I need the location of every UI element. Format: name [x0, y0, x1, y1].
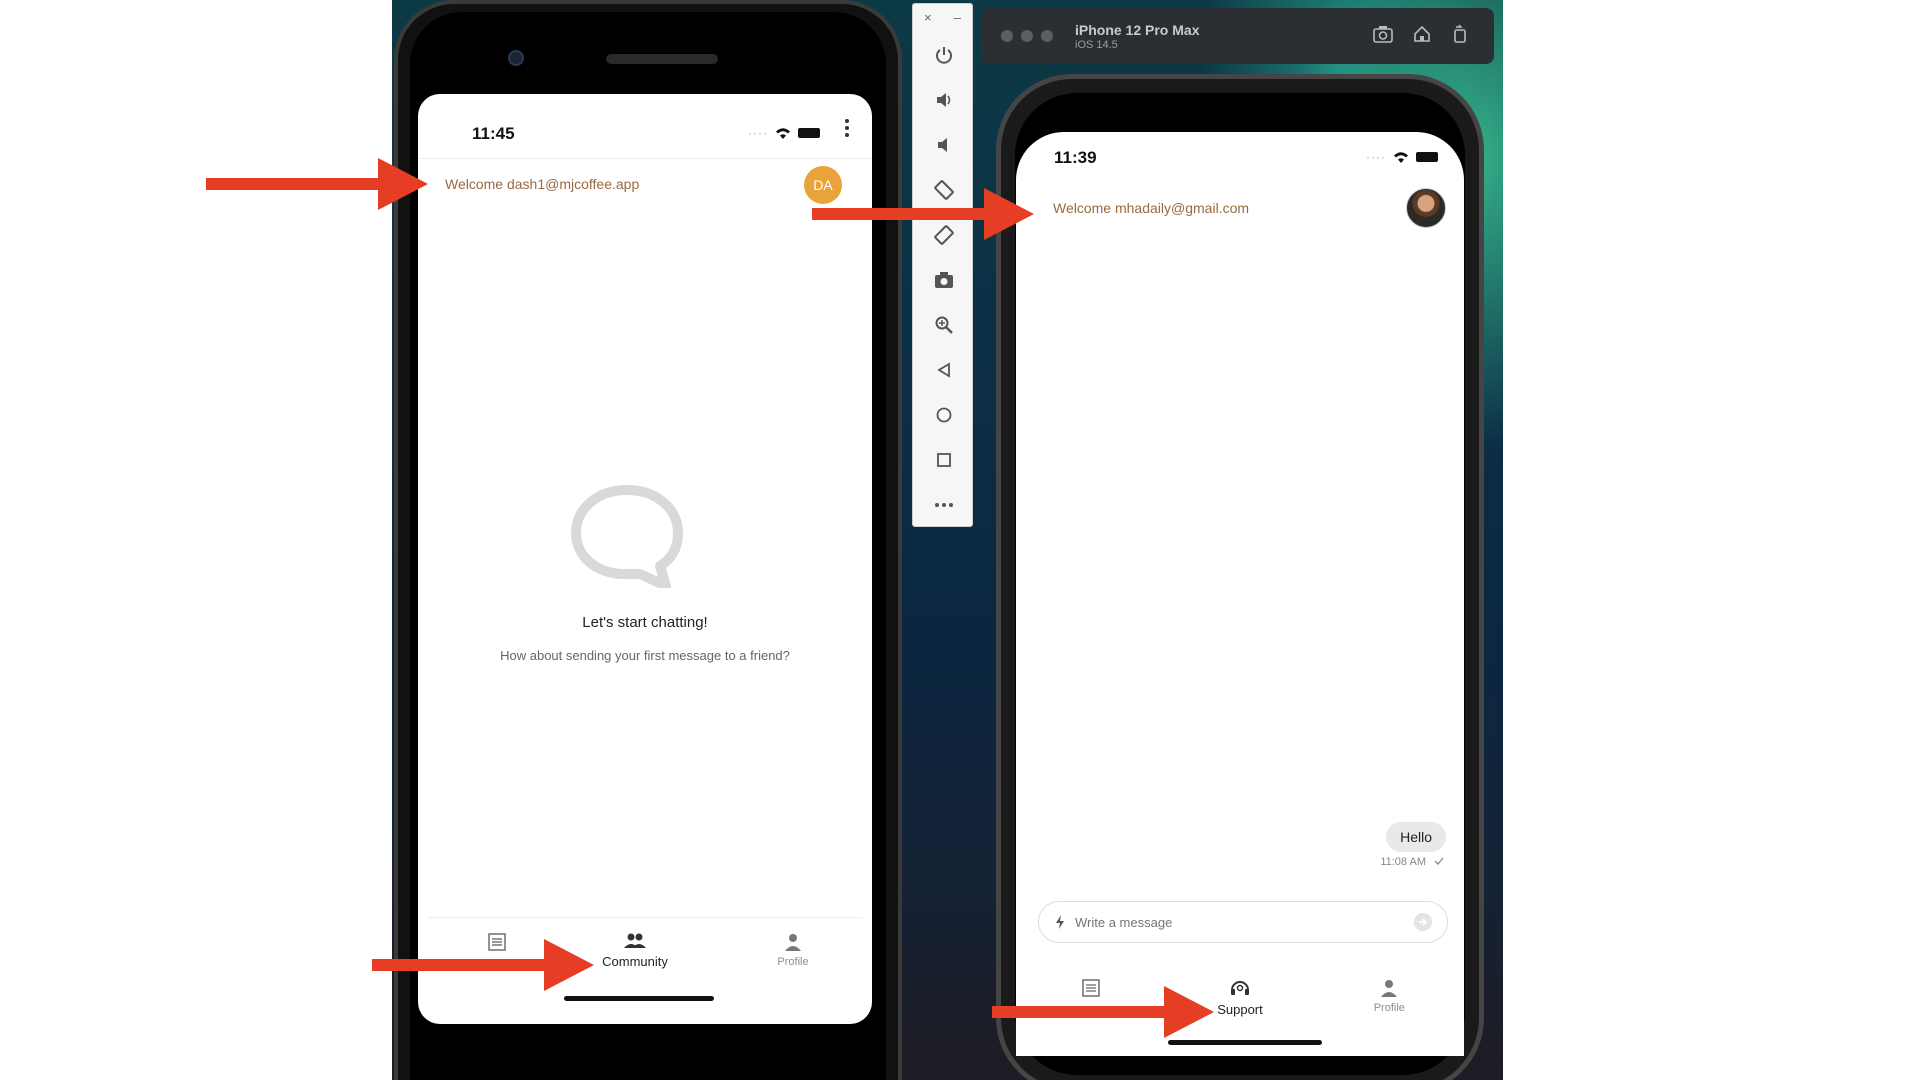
- home-icon[interactable]: [1412, 24, 1432, 44]
- iphone-home-indicator[interactable]: [1168, 1040, 1322, 1045]
- more-button[interactable]: [913, 490, 974, 520]
- rotate-right-icon: [933, 225, 954, 245]
- iphone-status-icons: ····: [1366, 150, 1438, 164]
- empty-state-title: Let's start chatting!: [582, 614, 708, 631]
- android-screen: 11:45 ···· Welcome dash1@mjcoffee.app DA…: [418, 94, 872, 1024]
- welcome-text: Welcome dash1@mjcoffee.app: [445, 176, 640, 192]
- screenshot-button[interactable]: [913, 265, 974, 295]
- iphone-screen: 11:39 ···· Welcome mhadaily@gmail.com He…: [1016, 132, 1464, 1056]
- header-divider: [418, 158, 872, 159]
- zoom-button[interactable]: [913, 310, 974, 340]
- android-status-bar: 11:45 ····: [418, 94, 872, 143]
- home-button[interactable]: [913, 400, 974, 430]
- avatar[interactable]: [1406, 188, 1446, 228]
- emulator-window-controls: × –: [913, 10, 972, 25]
- volume-up-button[interactable]: [913, 85, 974, 115]
- signal-icon: ····: [748, 126, 768, 140]
- back-button[interactable]: [913, 355, 974, 385]
- tab-profile[interactable]: Profile: [714, 932, 872, 969]
- avatar[interactable]: DA: [804, 166, 842, 204]
- screenshot-stage: 11:45 ···· Welcome dash1@mjcoffee.app DA…: [0, 0, 1920, 1080]
- rotate-right-button[interactable]: [913, 220, 974, 250]
- back-icon: [936, 362, 950, 378]
- zoom-window-button[interactable]: [1041, 30, 1053, 42]
- emulator-close-button[interactable]: ×: [924, 10, 932, 25]
- battery-icon: [1416, 152, 1438, 162]
- overview-button[interactable]: [913, 445, 974, 475]
- message-timestamp: 11:08 AM: [1380, 856, 1426, 868]
- battery-icon: [798, 128, 820, 138]
- tab-profile-label: Profile: [1373, 1002, 1405, 1014]
- emulator-toolbar: × –: [912, 3, 973, 527]
- rotate-left-icon: [933, 180, 954, 200]
- delivered-check-icon: [1434, 857, 1444, 865]
- android-status-icons: ····: [748, 126, 820, 140]
- volume-down-icon: [937, 138, 947, 152]
- lightning-icon[interactable]: [1055, 914, 1065, 930]
- list-icon: [1081, 979, 1100, 997]
- simulator-os-version: iOS 14.5: [1075, 38, 1118, 51]
- earpiece-speaker: [606, 54, 718, 64]
- message-bubble[interactable]: Hello: [1386, 822, 1446, 852]
- empty-state-subtitle: How about sending your first message to …: [500, 648, 790, 663]
- simulator-title-bar: iPhone 12 Pro Max iOS 14.5: [981, 8, 1494, 64]
- iphone-status-time: 11:39: [1054, 148, 1097, 167]
- volume-up-icon: [936, 93, 950, 107]
- tab-profile[interactable]: Profile: [1315, 978, 1464, 1017]
- wifi-icon: [1394, 152, 1408, 163]
- more-icon: [934, 503, 953, 507]
- rotate-left-button[interactable]: [913, 175, 974, 205]
- profile-icon: [785, 934, 801, 951]
- overview-icon: [936, 453, 951, 467]
- front-camera: [508, 50, 524, 66]
- iphone-status-bar: 11:39 ····: [1016, 132, 1464, 172]
- power-button[interactable]: [913, 40, 974, 70]
- send-icon[interactable]: [1413, 912, 1433, 932]
- tab-profile-label: Profile: [777, 956, 809, 968]
- rotate-icon[interactable]: [1450, 24, 1470, 44]
- android-status-time: 11:45: [472, 124, 515, 143]
- emulator-minimize-button[interactable]: –: [954, 10, 961, 25]
- traffic-lights: [1001, 30, 1053, 42]
- minimize-window-button[interactable]: [1021, 30, 1033, 42]
- zoom-icon: [935, 316, 953, 334]
- home-icon: [936, 407, 951, 423]
- screenshot-icon[interactable]: [1372, 24, 1394, 44]
- overflow-menu-icon[interactable]: [844, 118, 850, 138]
- simulator-title: iPhone 12 Pro Max iOS 14.5: [1075, 22, 1199, 51]
- camera-icon: [934, 272, 953, 288]
- message-input[interactable]: [1075, 914, 1315, 930]
- message-composer: [1038, 901, 1448, 943]
- close-window-button[interactable]: [1001, 30, 1013, 42]
- signal-icon: ····: [1366, 150, 1386, 164]
- android-gesture-bar[interactable]: [564, 996, 714, 1001]
- tab-support-label: Support: [1217, 1002, 1263, 1017]
- tab-community-label: Community: [602, 954, 668, 969]
- volume-down-button[interactable]: [913, 130, 974, 160]
- profile-icon: [1381, 980, 1398, 997]
- wifi-icon: [776, 128, 790, 139]
- simulator-device-name: iPhone 12 Pro Max: [1075, 21, 1200, 38]
- power-icon: [935, 47, 952, 64]
- support-icon: [1230, 981, 1249, 995]
- welcome-text: Welcome mhadaily@gmail.com: [1053, 200, 1250, 216]
- list-icon: [488, 933, 506, 951]
- tabbar-divider: [428, 917, 862, 918]
- community-icon: [624, 933, 646, 948]
- chat-bubble-icon: [571, 485, 683, 588]
- simulator-toolbar-icons: [1372, 24, 1470, 44]
